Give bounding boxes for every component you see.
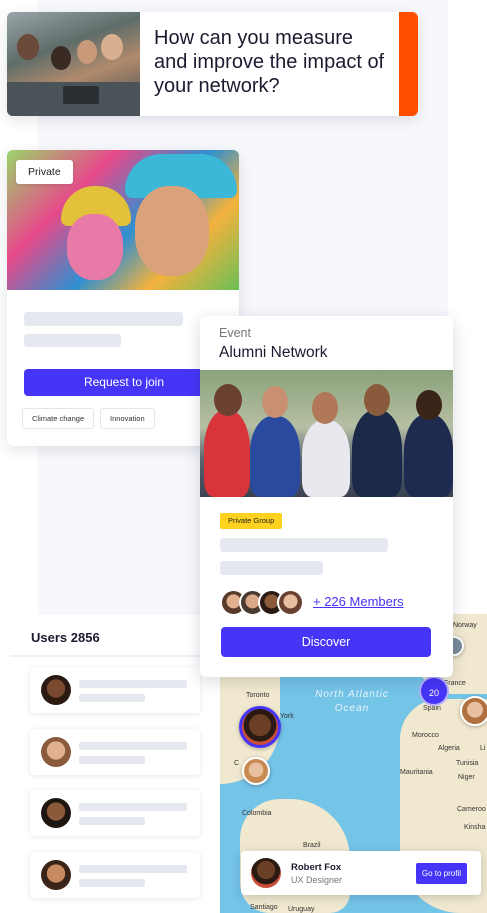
label-tunisia: Tunisia (456, 760, 479, 767)
ocean-label: North Atlantic Ocean (315, 689, 389, 714)
subtitle-placeholder (24, 334, 121, 347)
label-cameroon: Cameroo (457, 806, 486, 813)
user-row[interactable] (30, 852, 200, 898)
label-morocco: Morocco (412, 732, 439, 739)
label-santiago: Santiago (250, 904, 278, 911)
users-panel: Users 2856 (10, 615, 220, 913)
label-li: Li (480, 745, 486, 752)
map-cluster[interactable]: 20 (419, 676, 449, 706)
detail-placeholder (79, 817, 145, 825)
avatar (41, 798, 71, 828)
user-row[interactable] (30, 729, 200, 775)
private-group-badge: Private Group (220, 513, 283, 529)
detail-placeholder (79, 879, 145, 887)
user-row[interactable] (30, 667, 200, 713)
profile-card: Robert Fox UX Designer Go to profil (241, 851, 481, 895)
avatar (41, 737, 71, 767)
detail-placeholder (79, 756, 145, 764)
title-placeholder (24, 312, 183, 326)
title-placeholder (220, 538, 388, 552)
label-brazil: Brazil (303, 842, 321, 849)
tag-climate-change[interactable]: Climate change (22, 408, 95, 429)
event-card[interactable]: Event Alumni Network Private Group + 226… (200, 316, 453, 677)
label-kinshasa: Kinsha (464, 824, 486, 831)
label-algeria: Algeria (438, 745, 460, 752)
avatar (41, 675, 71, 705)
label-mauritania: Mauritania (400, 769, 433, 776)
label-spain: Spain (423, 705, 441, 712)
page: How can you measure and improve the impa… (0, 0, 487, 913)
map-pin-robert-fox[interactable] (239, 706, 281, 748)
go-to-profile-button[interactable]: Go to profil (415, 863, 467, 884)
name-placeholder (79, 803, 187, 811)
event-label: Event (219, 326, 251, 340)
name-placeholder (79, 865, 187, 873)
alumni-photo (200, 370, 453, 497)
member-avatar (277, 589, 304, 616)
divider (10, 655, 220, 657)
request-to-join-button[interactable]: Request to join (24, 369, 224, 396)
label-toronto: Toronto (246, 692, 270, 699)
label-norway: Norway (453, 622, 477, 629)
accent-bar (399, 12, 418, 116)
detail-placeholder (79, 694, 145, 702)
private-badge: Private (16, 160, 73, 184)
subtitle-placeholder (220, 561, 323, 575)
event-title: Alumni Network (219, 344, 328, 361)
avatar (251, 858, 281, 888)
map-pin-user[interactable] (242, 757, 270, 785)
members-link[interactable]: + 226 Members (313, 594, 404, 609)
label-uruguay: Uruguay (288, 906, 315, 913)
label-colombia: Colombia (242, 810, 272, 817)
question-text: How can you measure and improve the impa… (154, 27, 385, 97)
team-photo (7, 12, 140, 116)
tag-innovation[interactable]: Innovation (100, 408, 155, 429)
name-placeholder (79, 680, 187, 688)
label-york: York (280, 713, 294, 720)
label-niger: Niger (458, 774, 475, 781)
discover-button[interactable]: Discover (221, 627, 431, 657)
user-row[interactable] (30, 790, 200, 836)
name-placeholder (79, 742, 187, 750)
avatar (41, 860, 71, 890)
map-pin-user[interactable] (460, 696, 487, 726)
profile-role: UX Designer (291, 875, 343, 885)
label-c: C (234, 760, 240, 767)
question-card[interactable]: How can you measure and improve the impa… (7, 12, 418, 116)
profile-name: Robert Fox (291, 862, 342, 873)
users-title: Users 2856 (31, 630, 100, 645)
